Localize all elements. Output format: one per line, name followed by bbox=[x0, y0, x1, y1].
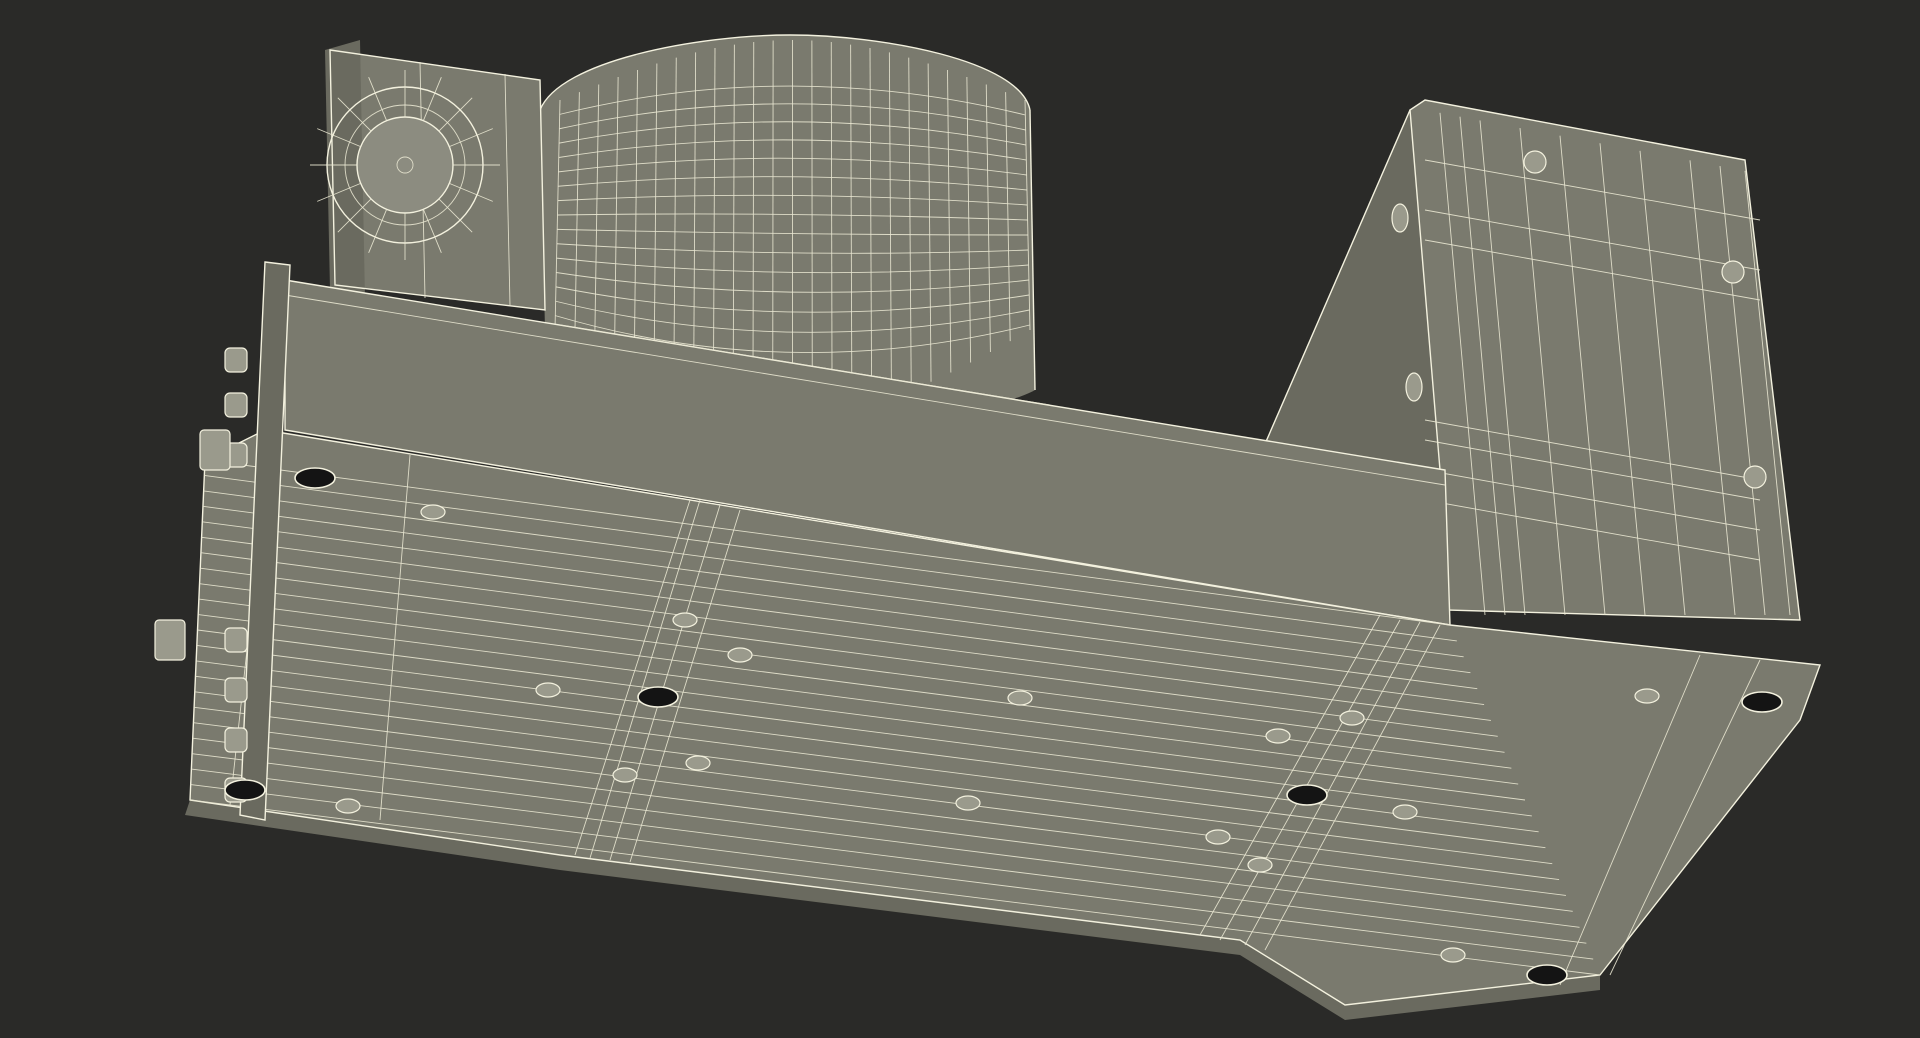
plate-screw bbox=[672, 612, 698, 628]
side-knob bbox=[154, 619, 186, 661]
mounting-hole bbox=[294, 467, 336, 489]
mounting-hole bbox=[1286, 784, 1328, 806]
side-knob bbox=[224, 392, 248, 418]
plate-screw bbox=[1247, 857, 1273, 873]
plate-screw bbox=[612, 767, 638, 783]
gear-housing bbox=[310, 40, 546, 311]
wireframe-model-render bbox=[154, 34, 1821, 1020]
plate-screw bbox=[1634, 688, 1660, 704]
plate-screw bbox=[1007, 690, 1033, 706]
side-knob bbox=[199, 429, 231, 471]
plate-screw bbox=[335, 798, 361, 814]
plate-screw bbox=[955, 795, 981, 811]
plate-screw bbox=[727, 647, 753, 663]
side-knob bbox=[224, 627, 248, 653]
mounting-hole bbox=[1526, 964, 1568, 986]
mounting-hole bbox=[1741, 691, 1783, 713]
plate-screw bbox=[685, 755, 711, 771]
plate-screw bbox=[420, 504, 446, 520]
side-knob bbox=[224, 677, 248, 703]
plate-screw bbox=[1440, 947, 1466, 963]
plate-screw bbox=[1265, 728, 1291, 744]
plate-screw bbox=[1392, 804, 1418, 820]
mounting-hole bbox=[637, 686, 679, 708]
mounting-hole bbox=[224, 779, 266, 801]
plate-screw bbox=[535, 682, 561, 698]
side-knob bbox=[224, 347, 248, 373]
plate-screw bbox=[1339, 710, 1365, 726]
plate-screw bbox=[1205, 829, 1231, 845]
render-viewport bbox=[0, 0, 1920, 1038]
side-knob bbox=[224, 727, 248, 753]
